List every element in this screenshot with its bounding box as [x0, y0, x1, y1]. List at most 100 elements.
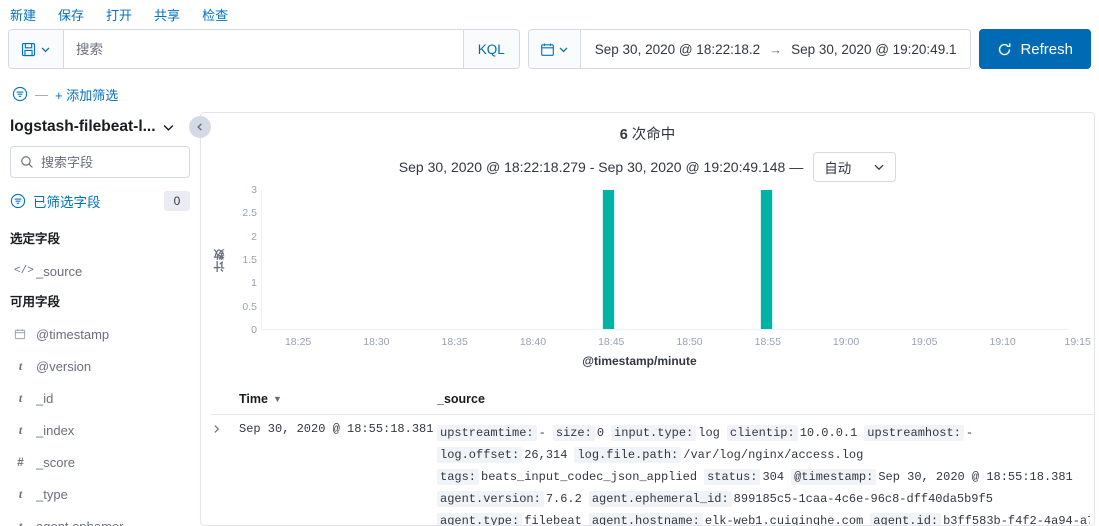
field-key: agent.version:	[437, 491, 544, 507]
hits-count: 6	[619, 127, 628, 143]
x-tick: 18:25	[284, 336, 312, 348]
table-header-row: Time ▼ _source	[211, 386, 1094, 415]
menu-item-inspect[interactable]: 检查	[202, 5, 228, 24]
y-axis-label: 计数	[214, 248, 226, 272]
sidebar-field-index[interactable]: t _index	[10, 414, 190, 446]
source-line: agent.version: 7.6.2 agent.ephemeral_id: 89…	[437, 488, 1090, 510]
expand-row-icon[interactable]	[211, 422, 239, 525]
y-tick: 0.5	[242, 300, 257, 313]
field-name: agent.ephemer...	[36, 518, 134, 526]
chevron-down-icon	[162, 121, 175, 134]
sidebar-field-_source[interactable]: </> _source	[10, 255, 190, 287]
x-tick: 19:10	[989, 336, 1016, 348]
menu-item-save[interactable]: 保存	[58, 5, 84, 24]
date-range-display[interactable]: Sep 30, 2020 @ 18:22:18.2 → Sep 30, 2020…	[581, 42, 971, 57]
field-value: Sep 30, 2020 @ 18:55:18.381	[878, 470, 1073, 484]
field-value: elk-web1.cuiqinghe.com	[704, 514, 864, 525]
field-value: beats_input_codec_json_applied	[481, 470, 698, 484]
sidebar-field-id[interactable]: t _id	[10, 382, 190, 414]
y-tick: 2	[251, 230, 257, 243]
filter-icon	[10, 193, 26, 209]
field-value: 10.0.0.1	[799, 426, 858, 440]
x-tick: 19:00	[832, 336, 860, 348]
field-key: tags:	[437, 469, 480, 485]
field-value: log	[698, 426, 720, 440]
filtered-fields-count: 0	[164, 191, 190, 211]
sidebar-field-score[interactable]: # _score	[10, 446, 190, 478]
menu-item-share[interactable]: 共享	[154, 5, 180, 24]
sort-desc-icon[interactable]: ▼	[273, 394, 282, 404]
field-sidebar: logstash-filebeat-l... 搜索字段 已筛选字段 0 选定字段…	[0, 108, 200, 526]
discover-main: 6 次命中 Sep 30, 2020 @ 18:22:18.279 - Sep …	[189, 108, 1099, 526]
time-range-text: Sep 30, 2020 @ 18:22:18.279 - Sep 30, 20…	[398, 159, 804, 175]
source-column-header: _source	[437, 392, 485, 406]
field-search-input[interactable]	[41, 154, 200, 170]
field-name: _type	[36, 486, 68, 502]
saved-query-button[interactable]	[9, 30, 64, 68]
field-key: upstreamtime:	[437, 425, 537, 441]
results-panel: 6 次命中 Sep 30, 2020 @ 18:22:18.279 - Sep …	[200, 112, 1095, 526]
field-search-box[interactable]	[10, 146, 200, 178]
field-value: -	[965, 426, 974, 440]
field-key: upstreamhost:	[864, 425, 964, 441]
date-start[interactable]: Sep 30, 2020 @ 18:22:18.2	[595, 42, 760, 57]
x-tick: 19:05	[911, 336, 938, 348]
field-key: size:	[552, 425, 595, 441]
menu-item-new[interactable]: 新建	[10, 5, 36, 24]
x-tick: 18:30	[363, 336, 390, 348]
sidebar-field-timestamp[interactable]: @timestamp	[10, 318, 190, 350]
filter-icon[interactable]	[12, 86, 28, 102]
calendar-icon	[14, 328, 27, 340]
time-column-label: Time	[239, 392, 268, 406]
index-pattern-label: logstash-filebeat-l...	[10, 118, 156, 135]
x-tick: 18:50	[676, 336, 703, 348]
query-bar: KQL Sep 30, 2020 @ 18:22:18.2 →	[0, 28, 1099, 80]
field-key: agent.type:	[437, 513, 523, 525]
source-line: tags: beats_input_codec_json_applied statu…	[437, 466, 1090, 488]
query-language-button[interactable]: KQL	[462, 30, 519, 68]
hits-summary: 6 次命中	[201, 113, 1094, 144]
interval-label: 自动	[824, 161, 852, 176]
documents-table: Time ▼ _source Sep 30, 2020 @ 18:55:18.3…	[201, 386, 1094, 525]
filter-separator: —	[35, 86, 48, 102]
calendar-icon	[540, 42, 555, 57]
field-key: agent.ephemeral_id:	[588, 491, 732, 507]
menu-item-open[interactable]: 打开	[106, 5, 132, 24]
date-quick-menu-button[interactable]	[528, 30, 581, 68]
sidebar-field-agent-ephemeral[interactable]: t agent.ephemer...	[10, 510, 190, 526]
x-tick: 18:55	[754, 336, 781, 348]
field-name: _source	[36, 263, 83, 279]
date-end[interactable]: Sep 30, 2020 @ 19:20:49.1	[791, 42, 956, 57]
sidebar-field-version[interactable]: t @version	[10, 350, 190, 382]
filtered-fields-label: 已筛选字段	[33, 195, 101, 210]
collapse-left-icon[interactable]	[189, 116, 211, 138]
histogram-chart[interactable]: 计数 3 2.5 2 1.5 1 0.5 0 18:25 18:30 18:35…	[201, 184, 1094, 386]
row-timestamp: Sep 30, 2020 @ 18:55:18.381	[239, 422, 434, 436]
y-tick: 0	[251, 324, 257, 336]
plot-area[interactable]	[261, 190, 1068, 330]
field-value: 7.6.2	[545, 492, 582, 506]
table-row[interactable]: Sep 30, 2020 @ 18:55:18.381 upstreamtime…	[211, 415, 1094, 525]
x-tick: 18:45	[598, 336, 625, 348]
index-pattern-selector[interactable]: logstash-filebeat-l...	[10, 114, 190, 146]
field-key: agent.id:	[870, 513, 942, 525]
field-key: log.file.path:	[574, 447, 682, 463]
y-tick: 1.5	[242, 254, 257, 266]
add-filter-button[interactable]: + 添加筛选	[55, 85, 118, 104]
search-icon	[20, 155, 34, 169]
sidebar-field-type[interactable]: t _type	[10, 478, 190, 510]
field-value: 0	[596, 426, 605, 440]
timeline-header: Sep 30, 2020 @ 18:22:18.279 - Sep 30, 20…	[201, 144, 1094, 186]
refresh-button[interactable]: Refresh	[979, 29, 1091, 69]
x-tick: 19:15	[1064, 336, 1091, 348]
search-input[interactable]	[64, 30, 463, 68]
time-column-header[interactable]: Time ▼	[239, 392, 437, 406]
filtered-fields-toggle[interactable]: 已筛选字段 0	[10, 188, 190, 214]
field-value: 304	[762, 470, 785, 484]
field-value: 899185c5-1caa-4c6e-96c8-dff40da5b9f5	[733, 492, 993, 506]
source-line: upstreamtime: - size: 0 input.type: log client…	[437, 422, 1090, 444]
interval-select[interactable]: 自动	[813, 152, 897, 182]
field-value: b3ff583b-f4f2-4a94-a776-	[943, 514, 1090, 525]
histogram-bar	[760, 190, 774, 329]
x-axis-label: @timestamp/minute	[582, 354, 697, 368]
